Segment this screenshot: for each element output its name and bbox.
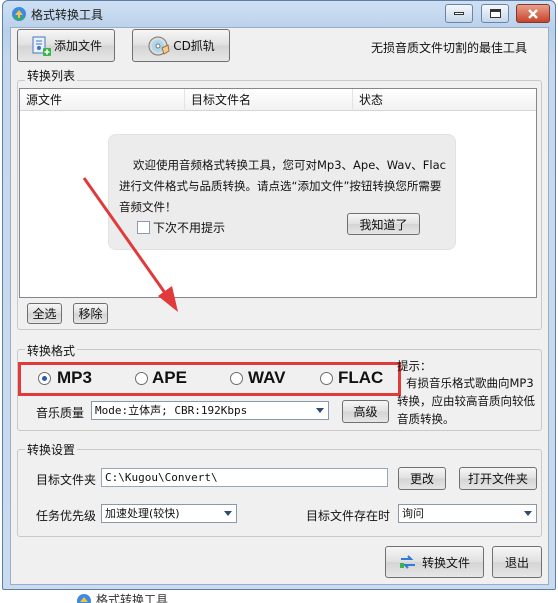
file-exists-value: 询问 [402, 507, 424, 520]
chevron-down-icon [316, 408, 324, 413]
change-folder-button[interactable]: 更改 [398, 467, 446, 490]
priority-select[interactable]: 加速处理(较快) [101, 504, 237, 523]
chevron-down-icon [524, 511, 532, 516]
format-option-mp3[interactable]: MP3 [57, 368, 92, 388]
format-option-wav[interactable]: WAV [248, 368, 285, 388]
select-all-button[interactable]: 全选 [27, 303, 62, 324]
advanced-button[interactable]: 高级 [342, 400, 389, 423]
quality-value: Mode:立体声; CBR:192Kbps [95, 404, 248, 417]
format-option-flac[interactable]: FLAC [338, 368, 383, 388]
advanced-label: 高级 [353, 405, 378, 419]
format-option-ape[interactable]: APE [152, 368, 187, 388]
convert-icon [399, 555, 415, 569]
priority-label: 任务优先级 [36, 509, 97, 523]
convert-button[interactable]: 转换文件 [385, 546, 484, 578]
priority-value: 加速处理(较快) [105, 507, 180, 520]
radio-mp3[interactable] [38, 372, 51, 385]
exit-label: 退出 [504, 555, 529, 570]
hint-text: 有损音乐格式歌曲向MP3转换，应由较高音质向较低音质转换。 [397, 376, 535, 426]
background-window-title-text: 格式转换工具 [96, 593, 169, 603]
quality-label: 音乐质量 [36, 406, 85, 420]
quality-select[interactable]: Mode:立体声; CBR:192Kbps [91, 401, 329, 420]
convert-label: 转换文件 [421, 555, 470, 570]
radio-flac[interactable] [320, 372, 333, 385]
remove-button[interactable]: 移除 [73, 303, 108, 324]
radio-wav[interactable] [230, 372, 243, 385]
hint-title: 提示： [397, 359, 432, 373]
radio-ape[interactable] [135, 372, 148, 385]
change-folder-label: 更改 [409, 472, 434, 486]
open-folder-button[interactable]: 打开文件夹 [459, 467, 537, 490]
file-exists-label: 目标文件存在时 [306, 509, 391, 523]
format-section-label: 转换格式 [25, 342, 78, 359]
chevron-down-icon [224, 511, 232, 516]
select-all-label: 全选 [32, 307, 57, 321]
background-window-title: 格式转换工具 [68, 590, 228, 603]
hint-box: 提示： 有损音乐格式歌曲向MP3转换，应由较高音质向较低音质转换。 [397, 357, 545, 428]
open-folder-label: 打开文件夹 [467, 472, 528, 486]
exit-button[interactable]: 退出 [492, 546, 542, 578]
target-folder-label: 目标文件夹 [36, 473, 97, 487]
remove-label: 移除 [78, 307, 103, 321]
app-icon [77, 594, 91, 603]
target-folder-input[interactable]: C:\Kugou\Convert\ [101, 468, 388, 487]
file-exists-select[interactable]: 询问 [398, 504, 537, 523]
settings-section-label: 转换设置 [25, 441, 78, 458]
